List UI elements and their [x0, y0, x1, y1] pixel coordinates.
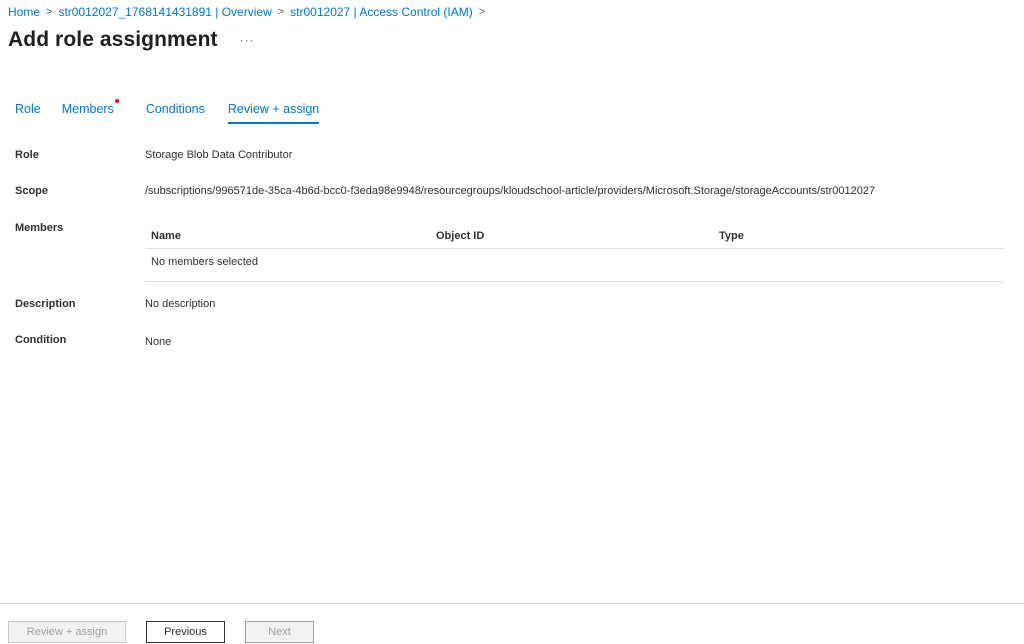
scope-value: /subscriptions/996571de-35ca-4b6d-bcc0-f… — [145, 185, 876, 197]
title-row: Add role assignment ··· — [8, 28, 255, 52]
condition-value: None — [145, 336, 172, 348]
tab-role[interactable]: Role — [15, 102, 41, 124]
add-role-assignment-page: Home > str0012027_1768141431891 | Overvi… — [0, 0, 1024, 644]
chevron-right-icon: > — [46, 6, 53, 18]
role-value: Storage Blob Data Contributor — [145, 149, 293, 161]
tab-review-assign[interactable]: Review + assign — [227, 102, 320, 124]
tab-conditions[interactable]: Conditions — [146, 102, 205, 124]
breadcrumb-home[interactable]: Home — [8, 5, 40, 19]
role-label: Role — [15, 149, 39, 161]
breadcrumb: Home > str0012027_1768141431891 | Overvi… — [8, 5, 491, 19]
tab-members[interactable]: Members — [61, 99, 119, 124]
breadcrumb-access-control[interactable]: str0012027 | Access Control (IAM) — [290, 5, 473, 19]
column-name: Name — [151, 230, 181, 242]
chevron-right-icon: > — [277, 6, 285, 18]
condition-label: Condition — [15, 334, 67, 346]
members-table-header: Name Object ID Type — [145, 222, 1004, 249]
column-type: Type — [719, 230, 744, 242]
description-label: Description — [15, 298, 76, 310]
column-object-id: Object ID — [436, 230, 485, 242]
required-dot-icon — [114, 99, 119, 103]
previous-button[interactable]: Previous — [146, 621, 225, 643]
breadcrumb-storage-overview[interactable]: str0012027_1768141431891 | Overview — [58, 5, 271, 19]
page-title: Add role assignment — [8, 28, 218, 51]
tab-members-label: Members — [61, 102, 114, 116]
review-assign-button[interactable]: Review + assign — [8, 621, 126, 643]
chevron-right-icon: > — [478, 6, 486, 18]
next-button[interactable]: Next — [245, 621, 314, 643]
description-value: No description — [145, 298, 216, 310]
wizard-tabs: Role Members Conditions Review + assign — [15, 99, 320, 124]
members-label: Members — [15, 222, 64, 234]
more-options-icon[interactable]: ··· — [240, 33, 255, 47]
members-table: Name Object ID Type No members selected — [145, 222, 1004, 282]
scope-label: Scope — [15, 185, 49, 197]
footer-bar: Review + assign Previous Next — [0, 603, 1024, 644]
members-empty-row: No members selected — [145, 249, 1004, 282]
